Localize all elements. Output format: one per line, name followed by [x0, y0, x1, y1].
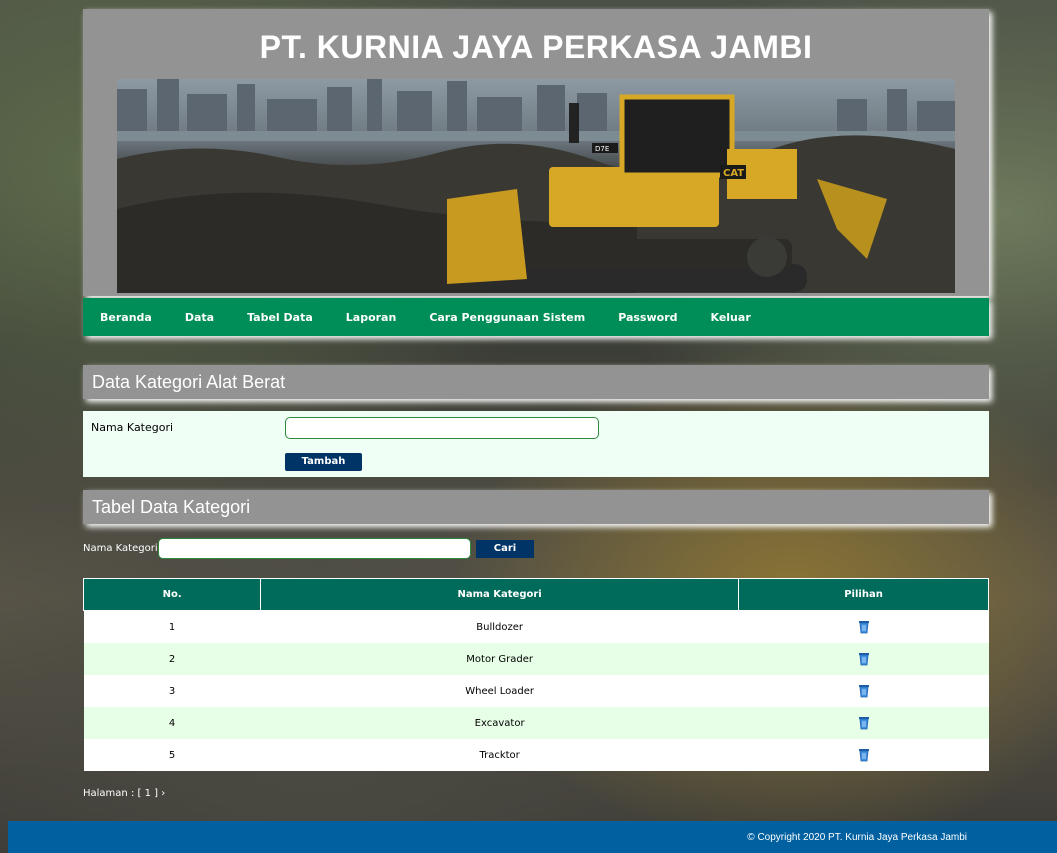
row-number: 2 [83, 643, 261, 675]
column-header-actions: Pilihan [738, 578, 989, 611]
trash-icon[interactable] [858, 748, 870, 762]
site-footer: © Copyright 2020 PT. Kurnia Jaya Perkasa… [8, 821, 1057, 853]
table-row: 3 Wheel Loader [83, 675, 989, 707]
search-label: Nama Kategori: [83, 543, 161, 554]
search-input[interactable] [158, 538, 471, 559]
trash-icon[interactable] [858, 684, 870, 698]
nav-item-beranda[interactable]: Beranda [100, 311, 152, 324]
table-header-row: No. Nama Kategori Pilihan [82, 578, 989, 611]
table-row: 4 Excavator [83, 707, 989, 739]
row-category-name: Tracktor [260, 739, 739, 771]
header-banner-image: CAT D7E [117, 79, 955, 293]
pagination[interactable]: Halaman : [ 1 ] › [83, 788, 165, 799]
nav-item-keluar[interactable]: Keluar [711, 311, 751, 324]
column-header-no: No. [82, 578, 262, 611]
row-actions [738, 707, 989, 739]
row-actions [738, 643, 989, 675]
site-title: PT. KURNIA JAYA PERKASA JAMBI [259, 29, 813, 65]
row-number: 4 [83, 707, 261, 739]
category-table: No. Nama Kategori Pilihan 1 Bulldozer 2 … [82, 578, 989, 771]
svg-text:D7E: D7E [595, 145, 609, 153]
row-category-name: Wheel Loader [260, 675, 739, 707]
row-actions [738, 739, 989, 771]
nav-item-tabel-data[interactable]: Tabel Data [247, 311, 313, 324]
svg-text:CAT: CAT [723, 168, 744, 179]
table-row: 2 Motor Grader [83, 643, 989, 675]
nav-item-cara-penggunaan[interactable]: Cara Penggunaan Sistem [429, 311, 585, 324]
row-actions [738, 675, 989, 707]
nav-item-data[interactable]: Data [185, 311, 214, 324]
site-header: PT. KURNIA JAYA PERKASA JAMBI CAT D7E [83, 9, 989, 296]
column-header-name: Nama Kategori [260, 578, 740, 611]
trash-icon[interactable] [858, 716, 870, 730]
row-number: 5 [83, 739, 261, 771]
copyright-text: © Copyright 2020 PT. Kurnia Jaya Perkasa… [747, 832, 967, 843]
add-button[interactable]: Tambah [285, 453, 362, 471]
category-form: Nama Kategori Tambah [83, 411, 989, 477]
row-category-name: Excavator [260, 707, 739, 739]
category-name-input[interactable] [285, 417, 599, 439]
category-name-label: Nama Kategori [91, 421, 174, 434]
table-row: 1 Bulldozer [83, 610, 989, 643]
search-button[interactable]: Cari [476, 540, 534, 558]
main-nav: Beranda Data Tabel Data Laporan Cara Pen… [83, 298, 989, 336]
table-section-title: Tabel Data Kategori [83, 490, 989, 524]
trash-icon[interactable] [858, 652, 870, 666]
row-number: 3 [83, 675, 261, 707]
table-row: 5 Tracktor [83, 739, 989, 771]
row-actions [738, 610, 989, 643]
nav-item-password[interactable]: Password [618, 311, 677, 324]
nav-item-laporan[interactable]: Laporan [346, 311, 397, 324]
row-number: 1 [83, 610, 261, 643]
form-section-title: Data Kategori Alat Berat [83, 365, 989, 399]
trash-icon[interactable] [858, 620, 870, 634]
row-category-name: Motor Grader [260, 643, 739, 675]
row-category-name: Bulldozer [260, 610, 739, 643]
